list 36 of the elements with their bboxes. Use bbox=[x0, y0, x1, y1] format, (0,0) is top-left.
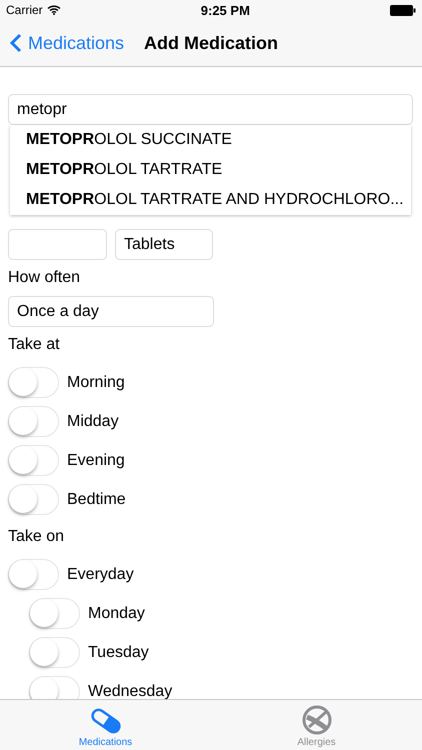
frequency-field[interactable]: Once a day bbox=[8, 296, 214, 327]
unit-field[interactable]: Tablets bbox=[115, 229, 213, 260]
toggle-switch[interactable] bbox=[29, 676, 80, 699]
toggle-switch[interactable] bbox=[8, 559, 59, 590]
screen-title: Add Medication bbox=[144, 32, 278, 54]
carrier-label: Carrier bbox=[6, 3, 43, 17]
chevron-left-icon bbox=[10, 33, 22, 53]
toggle-label: Midday bbox=[67, 412, 119, 430]
toggle-switch[interactable] bbox=[8, 484, 59, 515]
toggle-label: Evening bbox=[67, 452, 125, 470]
toggle-switch[interactable] bbox=[29, 637, 80, 668]
tab-item[interactable]: Medications bbox=[0, 700, 211, 750]
section-label: Take at bbox=[8, 335, 61, 355]
toggle-label: Everyday bbox=[67, 566, 134, 584]
toggle-label: Wednesday bbox=[88, 682, 172, 699]
ban-icon bbox=[300, 705, 332, 735]
battery-icon bbox=[390, 4, 416, 16]
wifi-icon bbox=[46, 5, 61, 15]
toggle-switch[interactable] bbox=[8, 445, 59, 476]
toggle-switch[interactable] bbox=[8, 406, 59, 437]
toggle-label: Morning bbox=[67, 374, 125, 392]
pill-icon bbox=[88, 707, 122, 735]
toggle-label: Tuesday bbox=[88, 644, 149, 662]
toggle-switch[interactable] bbox=[8, 367, 59, 398]
section-label: Take on bbox=[8, 527, 66, 547]
section-label: How often bbox=[8, 268, 82, 288]
back-button[interactable]: Medications bbox=[10, 32, 124, 54]
dose-field[interactable] bbox=[8, 229, 107, 260]
toggle-switch[interactable] bbox=[29, 598, 80, 629]
toggle-label: Bedtime bbox=[67, 490, 126, 508]
suggestion-item[interactable]: METOPROLOL TARTRATE AND HYDROCHLORO... bbox=[10, 185, 411, 215]
search-field[interactable]: metopr bbox=[8, 94, 413, 125]
suggestion-item[interactable]: METOPROLOL SUCCINATE bbox=[10, 125, 411, 155]
suggestion-item[interactable]: METOPROLOL TARTRATE bbox=[10, 155, 411, 185]
clock-time: 9:25 PM bbox=[200, 2, 250, 18]
toggle-label: Monday bbox=[88, 604, 145, 622]
